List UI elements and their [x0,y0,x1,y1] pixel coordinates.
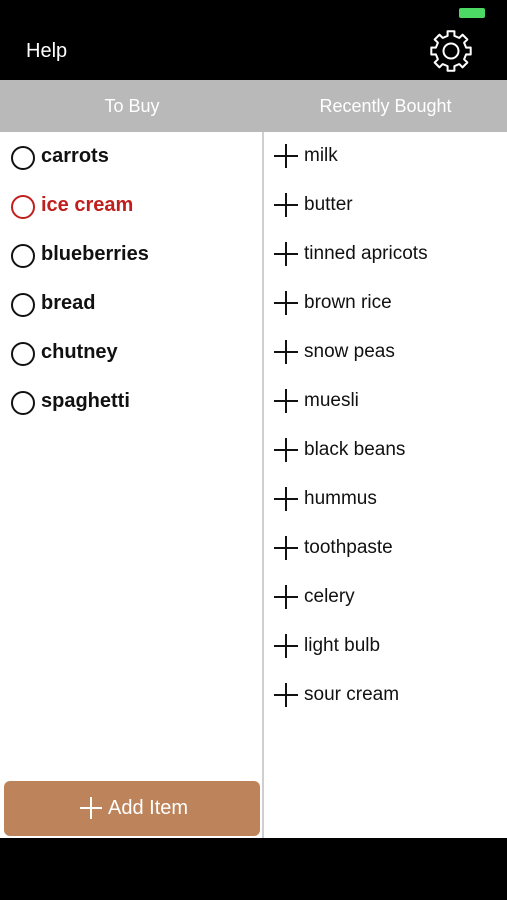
checkbox-circle-icon[interactable] [11,244,35,268]
status-bar [0,0,507,26]
checkbox-circle-icon[interactable] [11,293,35,317]
bottom-bar [0,838,507,900]
recent-item-label: milk [304,145,338,166]
recent-item-label: celery [304,586,355,607]
recent-item[interactable]: celery [264,573,507,622]
plus-icon[interactable] [274,340,298,364]
recent-item[interactable]: snow peas [264,328,507,377]
recent-item-label: snow peas [304,341,395,362]
recent-item-label: muesli [304,390,359,411]
recent-item[interactable]: milk [264,132,507,181]
recent-item[interactable]: butter [264,181,507,230]
recent-item[interactable]: hummus [264,475,507,524]
battery-icon [459,8,485,18]
recent-item-label: light bulb [304,635,381,656]
recent-item[interactable]: brown rice [264,279,507,328]
recent-item-label: brown rice [304,292,392,313]
plus-icon [80,797,102,819]
recent-item[interactable]: toothpaste [264,524,507,573]
checkbox-circle-icon[interactable] [11,195,35,219]
to-buy-list: carrots ice cream blueberries bread chut… [0,132,262,426]
tab-to-buy[interactable]: To Buy [0,80,264,132]
recent-item-label: toothpaste [304,537,393,558]
to-buy-item-label: carrots [41,145,109,167]
nav-bar: Help [0,26,507,80]
plus-icon[interactable] [274,291,298,315]
recent-item-label: butter [304,194,353,215]
checkbox-circle-icon[interactable] [11,342,35,366]
segment-tabs: To Buy Recently Bought [0,80,507,132]
recent-item[interactable]: tinned apricots [264,230,507,279]
to-buy-item-label: chutney [41,341,118,363]
plus-icon[interactable] [274,144,298,168]
checkbox-circle-icon[interactable] [11,146,35,170]
recent-item-label: black beans [304,439,406,460]
to-buy-item-label: spaghetti [41,390,130,412]
add-item-button[interactable]: Add Item [4,781,260,836]
to-buy-item-label: bread [41,292,96,314]
to-buy-item[interactable]: chutney [0,328,262,377]
plus-icon[interactable] [274,683,298,707]
plus-icon[interactable] [274,438,298,462]
recent-item[interactable]: sour cream [264,671,507,720]
to-buy-item[interactable]: blueberries [0,230,262,279]
plus-icon[interactable] [274,242,298,266]
lists-content: carrots ice cream blueberries bread chut… [0,132,507,838]
to-buy-item-label: ice cream [41,194,134,216]
to-buy-item[interactable]: spaghetti [0,377,262,426]
to-buy-item[interactable]: bread [0,279,262,328]
add-item-label: Add Item [108,797,189,819]
recently-bought-list: milk butter tinned apricots brown rice s… [264,132,507,720]
plus-icon[interactable] [274,536,298,560]
plus-icon[interactable] [274,193,298,217]
recent-item-label: sour cream [304,684,400,705]
checkbox-circle-icon[interactable] [11,391,35,415]
to-buy-item[interactable]: ice cream [0,181,262,230]
recent-item[interactable]: black beans [264,426,507,475]
to-buy-item[interactable]: carrots [0,132,262,181]
plus-icon[interactable] [274,389,298,413]
to-buy-item-label: blueberries [41,243,149,265]
gear-icon[interactable] [428,28,474,74]
plus-icon[interactable] [274,487,298,511]
recent-item-label: tinned apricots [304,243,428,264]
plus-icon[interactable] [274,634,298,658]
plus-icon[interactable] [274,585,298,609]
tab-recently-bought[interactable]: Recently Bought [264,80,507,132]
recent-item-label: hummus [304,488,377,509]
recent-item[interactable]: light bulb [264,622,507,671]
recent-item[interactable]: muesli [264,377,507,426]
help-button[interactable]: Help [26,40,67,63]
